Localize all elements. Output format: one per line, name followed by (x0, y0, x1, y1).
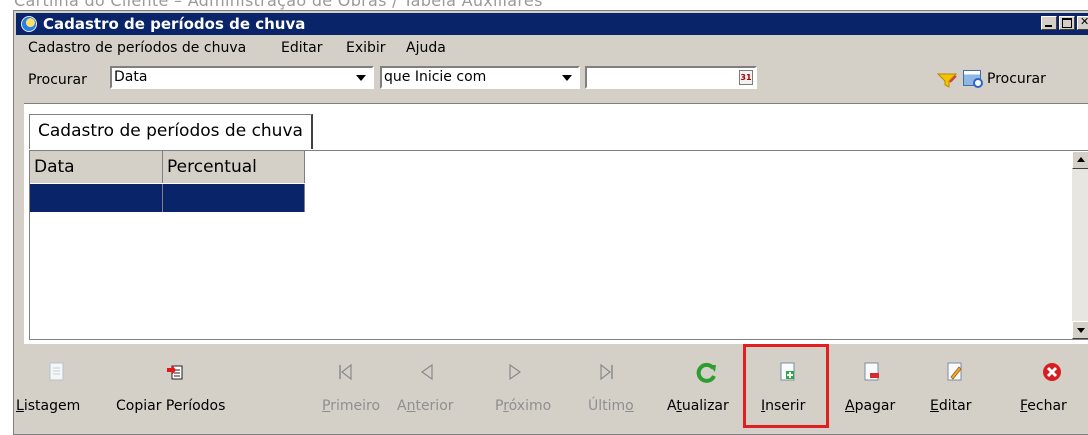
chevron-down-icon[interactable] (356, 75, 366, 81)
inserir-label: Inserir (761, 398, 806, 414)
window-title: Cadastro de períodos de chuva (43, 15, 306, 33)
editar-label: Editar (930, 398, 972, 414)
search-condition-value: que Inicie com (384, 69, 487, 85)
search-button-label: Procurar (987, 71, 1046, 87)
insert-icon (780, 362, 795, 381)
search-window-icon (963, 70, 983, 88)
search-bar: Procurar Data que Inicie com 31 Procurar (14, 63, 1088, 95)
search-field-value: Data (114, 69, 148, 85)
menu-editar[interactable]: Editar (281, 40, 322, 56)
menu-exibir[interactable]: Exibir (346, 40, 386, 56)
atualizar-button[interactable]: Atualizar (654, 356, 734, 434)
app-icon (21, 16, 37, 32)
document-list-icon (49, 362, 64, 381)
last-record-icon (600, 363, 613, 381)
copy-periods-icon (167, 365, 183, 380)
inserir-button[interactable]: Inserir (749, 356, 827, 434)
filter-icon[interactable] (937, 72, 957, 88)
listagem-label: Listagem (16, 398, 81, 414)
apagar-label: Apagar (845, 398, 896, 414)
fechar-label: Fechar (1020, 398, 1067, 414)
anterior-label: Anterior (397, 398, 454, 414)
search-label: Procurar (28, 72, 87, 88)
fechar-button[interactable]: Fechar (1012, 356, 1082, 434)
app-window: Cadastro de períodos de chuva Cadastro d… (13, 10, 1088, 435)
search-field-select[interactable]: Data (110, 66, 374, 89)
scroll-up-button[interactable] (1072, 151, 1088, 169)
grid-header: Data Percentual (30, 151, 305, 183)
calendar-icon[interactable]: 31 (739, 70, 753, 85)
minimize-button[interactable] (1041, 16, 1057, 30)
search-condition-select[interactable]: que Inicie com (380, 66, 580, 89)
proximo-label: Próximo (495, 398, 552, 414)
menu-ajuda[interactable]: Ajuda (406, 40, 446, 56)
column-header-percentual[interactable]: Percentual (163, 151, 305, 183)
editar-button[interactable]: Editar (924, 356, 984, 434)
chevron-down-icon[interactable] (562, 75, 572, 81)
bottom-toolbar: Listagem Copiar Períodos Primeiro Anteri… (14, 344, 1088, 434)
content-panel: Cadastro de períodos de chuva Data Perce… (24, 103, 1088, 344)
previous-record-icon (420, 363, 433, 381)
menu-bar: Cadastro de períodos de chuva Editar Exi… (16, 37, 1088, 59)
edit-icon (947, 362, 962, 381)
close-window-button[interactable] (1077, 15, 1088, 30)
primeiro-button[interactable]: Primeiro (314, 356, 384, 434)
search-value-input[interactable]: 31 (585, 66, 757, 89)
data-grid[interactable]: Data Percentual (29, 150, 1088, 340)
first-record-icon (339, 363, 352, 381)
scroll-down-button[interactable] (1072, 321, 1088, 339)
primeiro-label: Primeiro (322, 398, 381, 414)
document-header: Cartilha do Cliente – Administração de O… (14, 0, 543, 10)
copiar-periodos-button[interactable]: Copiar Períodos (94, 356, 244, 434)
cell-percentual[interactable] (163, 184, 305, 212)
menu-cadastro[interactable]: Cadastro de períodos de chuva (28, 40, 246, 56)
atualizar-label: Atualizar (667, 398, 729, 414)
refresh-icon (696, 362, 716, 383)
proximo-button[interactable]: Próximo (480, 356, 552, 434)
next-record-icon (509, 363, 522, 381)
maximize-button[interactable] (1059, 16, 1075, 30)
listagem-button[interactable]: Listagem (16, 356, 92, 434)
scroll-track[interactable] (1072, 169, 1088, 321)
title-bar[interactable]: Cadastro de períodos de chuva (16, 13, 1088, 35)
ultimo-label: Último (588, 398, 634, 414)
apagar-button[interactable]: Apagar (839, 356, 909, 434)
tab-cadastro[interactable]: Cadastro de períodos de chuva (29, 114, 313, 149)
delete-icon (864, 362, 879, 381)
ultimo-button[interactable]: Último (588, 356, 648, 434)
cell-data[interactable] (30, 184, 163, 212)
vertical-scrollbar[interactable] (1072, 151, 1088, 339)
close-red-icon (1043, 363, 1061, 381)
table-row[interactable] (30, 184, 305, 212)
anterior-button[interactable]: Anterior (394, 356, 464, 434)
column-header-data[interactable]: Data (30, 151, 163, 183)
copiar-periodos-label: Copiar Períodos (116, 398, 226, 414)
